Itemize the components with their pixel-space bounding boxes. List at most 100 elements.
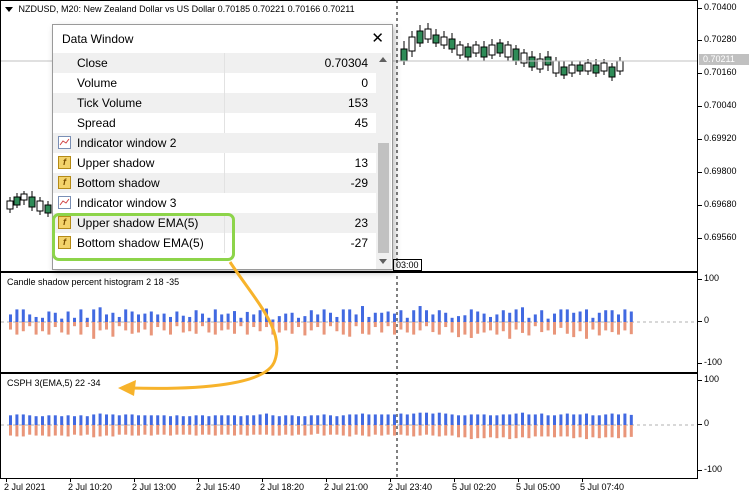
upper-shadow-bar [303, 316, 307, 322]
bottom-shadow-bar [66, 425, 70, 437]
upper-shadow-bar [476, 311, 480, 322]
bottom-shadow-bar [361, 322, 364, 334]
candle-body [456, 44, 464, 56]
bottom-shadow-bar [194, 322, 198, 334]
upper-shadow-bar [169, 316, 172, 322]
bottom-shadow-bar [239, 425, 243, 435]
data-window-header[interactable]: Data Window ✕ [53, 25, 392, 52]
upper-shadow-bar [431, 314, 435, 322]
data-row-close: Close 0.70304 [53, 53, 376, 73]
bottom-shadow-bar [201, 425, 204, 435]
bottom-shadow-bar [34, 322, 38, 335]
bottom-shadow-bar [252, 322, 256, 328]
bottom-shadow-bar [540, 322, 544, 333]
bottom-shadow-bar [559, 322, 563, 328]
bottom-shadow-bar [98, 425, 102, 437]
upper-shadow-bar [73, 317, 76, 322]
bottom-shadow-bar [105, 322, 108, 330]
bottom-shadow-bar [92, 322, 96, 339]
candle-body [6, 200, 14, 210]
bottom-shadow-bar [623, 322, 627, 331]
close-icon[interactable]: ✕ [371, 29, 384, 47]
bottom-shadow-bar [277, 322, 281, 333]
upper-shadow-bar [604, 310, 608, 322]
upper-shadow-bar [130, 414, 134, 425]
data-window-title: Data Window [62, 32, 134, 46]
upper-shadow-bar [239, 416, 243, 425]
upper-shadow-bar [469, 414, 473, 425]
bottom-shadow-bar [181, 322, 185, 333]
indicator-pane-2[interactable]: Candle shadow percent histogram 2 18 -35 [0, 272, 698, 373]
upper-shadow-bar [386, 311, 390, 322]
upper-shadow-bar [540, 413, 544, 425]
upper-shadow-bar [559, 414, 563, 425]
upper-shadow-bar [553, 313, 556, 322]
upper-shadow-bar [367, 316, 371, 322]
upper-shadow-bar [457, 316, 460, 322]
bottom-shadow-bar [591, 322, 595, 330]
upper-shadow-bar [149, 311, 153, 322]
upper-shadow-bar [105, 314, 108, 322]
upper-shadow-bar [73, 416, 76, 425]
upper-shadow-bar [495, 415, 499, 425]
bottom-shadow-bar [527, 425, 531, 439]
bottom-shadow-bar [41, 425, 44, 436]
upper-shadow-bar [21, 414, 25, 425]
upper-shadow-bar [92, 309, 96, 322]
upper-shadow-bar [514, 309, 518, 322]
bottom-shadow-bar [508, 425, 512, 440]
upper-shadow-bar [341, 309, 345, 322]
bottom-shadow-bar [489, 425, 492, 438]
bottom-shadow-bar [169, 425, 172, 436]
price-tick: 0.69560 [704, 232, 737, 242]
bottom-shadow-bar [156, 425, 160, 435]
level-tick: -100 [704, 464, 723, 474]
price-axis[interactable]: 0.70400 0.70280 0.70160 0.70040 0.69920 … [698, 0, 750, 272]
scroll-up-icon[interactable] [379, 57, 387, 62]
upper-shadow-bar [297, 416, 300, 425]
upper-shadow-bar [15, 309, 19, 322]
bottom-shadow-bar [482, 425, 486, 439]
bottom-shadow-bar [521, 425, 524, 438]
upper-shadow-bar [418, 412, 422, 425]
upper-shadow-bar [175, 415, 179, 425]
bottom-shadow-bar [399, 322, 403, 330]
candle-body [616, 60, 624, 72]
upper-shadow-bar [79, 415, 83, 425]
data-row-bottom-shadow: f Bottom shadow -29 [53, 173, 376, 193]
bottom-shadow-bar [220, 425, 224, 435]
bottom-shadow-bar [463, 425, 467, 438]
time-axis[interactable]: 2 Jul 2021 2 Jul 10:20 2 Jul 13:00 2 Jul… [0, 478, 698, 500]
bottom-shadow-bar [98, 322, 102, 331]
bottom-shadow-bar [585, 425, 588, 440]
bottom-shadow-bar [181, 425, 185, 435]
upper-shadow-bar [565, 413, 569, 425]
bottom-shadow-bar [418, 322, 422, 331]
upper-shadow-bar [412, 310, 416, 322]
bottom-shadow-bar [514, 322, 518, 330]
indicator-pane-3[interactable]: CSPH 3(EMA,5) 22 -34 [0, 373, 698, 479]
indicator-2-axis: 100 0 -100 [698, 272, 750, 373]
data-window-scrollbar[interactable] [376, 53, 391, 269]
bottom-shadow-bar [130, 425, 134, 436]
bottom-shadow-bar [335, 322, 339, 332]
candle-body [20, 193, 28, 201]
bottom-shadow-bar [34, 425, 38, 436]
bottom-shadow-bar [533, 425, 537, 437]
bottom-shadow-bar [316, 425, 320, 434]
scrollbar-thumb[interactable] [378, 143, 389, 253]
bottom-shadow-bar [284, 425, 288, 435]
upper-shadow-bar [546, 415, 550, 425]
upper-shadow-bar [28, 314, 32, 322]
upper-shadow-bar [85, 317, 89, 322]
candle-body [592, 64, 600, 74]
upper-shadow-bar [514, 413, 518, 425]
upper-shadow-bar [258, 414, 262, 425]
bottom-shadow-bar [412, 425, 416, 437]
scroll-down-icon[interactable] [379, 259, 387, 264]
bottom-shadow-bar [444, 425, 448, 436]
bottom-shadow-bar [444, 322, 448, 328]
upper-shadow-bar [233, 415, 236, 425]
upper-shadow-bar [341, 415, 345, 425]
bottom-shadow-bar [15, 425, 19, 437]
